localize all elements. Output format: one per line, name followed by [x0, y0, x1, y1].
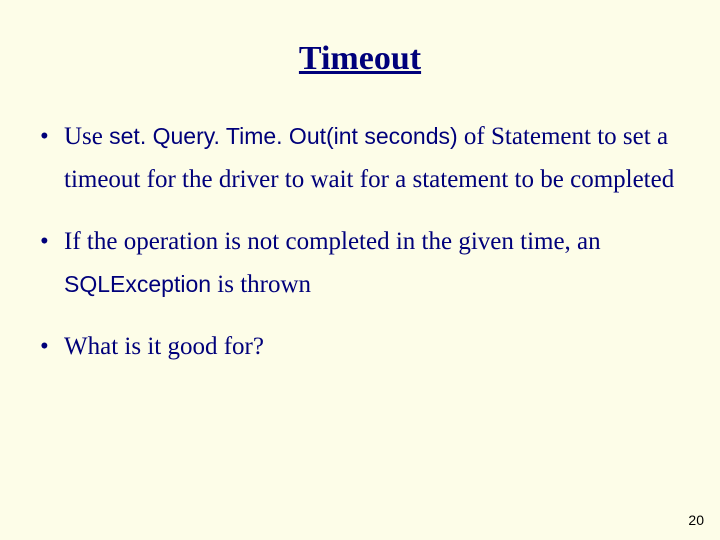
bullet-list: Use set. Query. Time. Out(int seconds) o…	[38, 116, 682, 369]
slide-title: Timeout	[38, 40, 682, 78]
bullet-3-text-1: What is it good for?	[64, 333, 264, 360]
bullet-1-text-1: Use	[64, 123, 109, 150]
bullet-item-2: If the operation is not completed in the…	[38, 221, 682, 306]
bullet-1-code-1: set. Query. Time. Out(int seconds)	[109, 123, 458, 149]
bullet-item-3: What is it good for?	[38, 326, 682, 369]
bullet-item-1: Use set. Query. Time. Out(int seconds) o…	[38, 116, 682, 201]
page-number: 20	[688, 512, 704, 528]
bullet-2-text-2: is thrown	[211, 271, 311, 298]
bullet-2-text-1: If the operation is not completed in the…	[64, 228, 601, 255]
bullet-2-code-1: SQLException	[64, 271, 211, 297]
